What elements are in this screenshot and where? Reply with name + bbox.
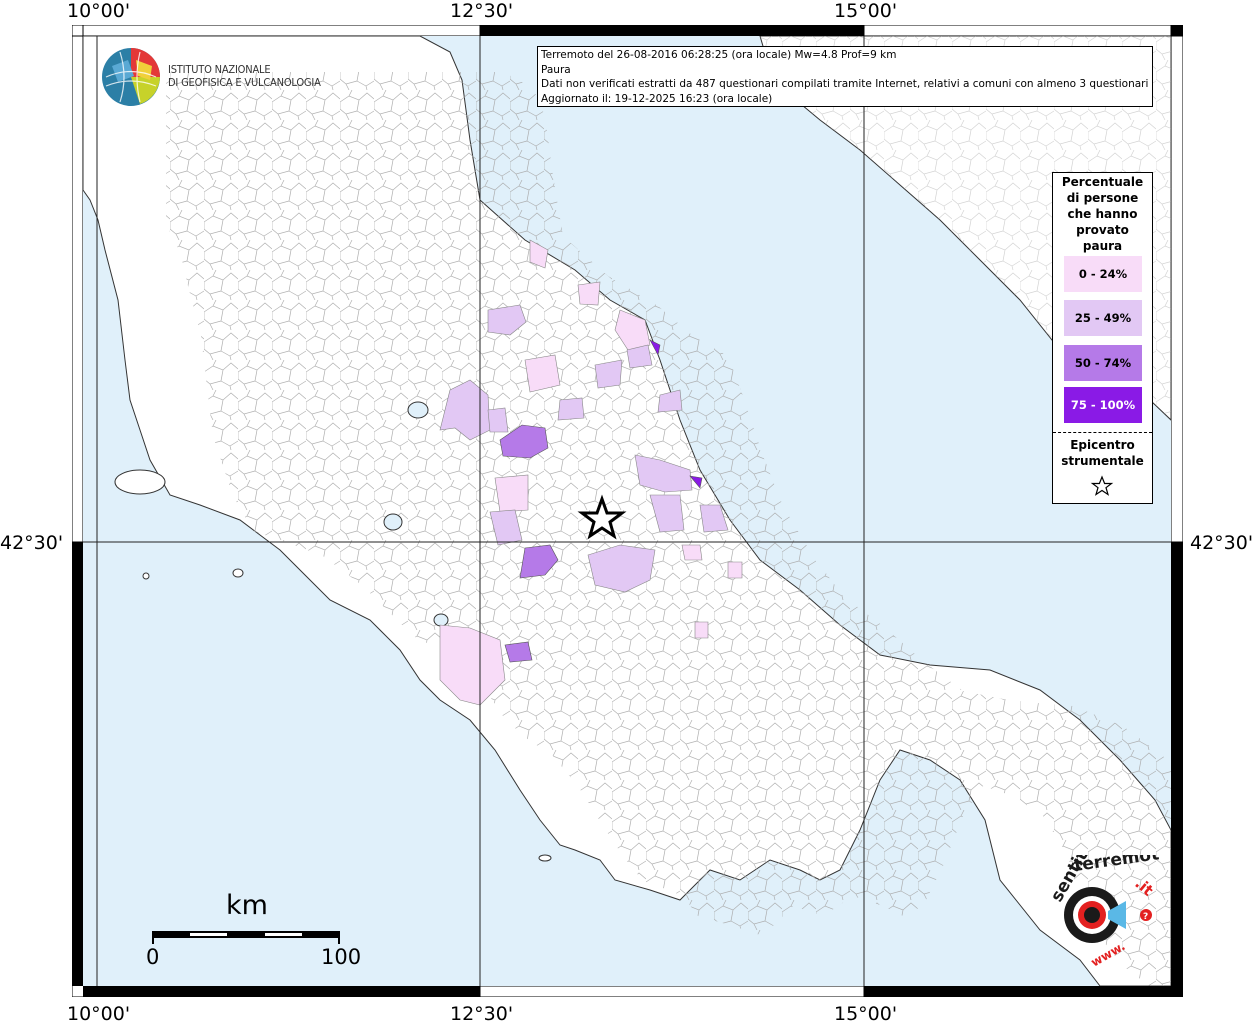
area-0-24 [494, 474, 529, 513]
haisentito-logo-icon[interactable]: sentito terremoto .it www. ? [1030, 855, 1160, 975]
area-25-49 [594, 359, 623, 389]
legend-title-line: provato [1076, 223, 1129, 237]
legend-title-line: Percentuale [1061, 175, 1144, 189]
lat-label-right: 42°30' [1190, 532, 1254, 554]
area-25-49 [487, 407, 509, 433]
legend-divider [1053, 432, 1152, 433]
svg-text:www.: www. [1089, 939, 1128, 970]
lake-bolsena [383, 513, 403, 531]
legend-class-25-49: 25 - 49% [1064, 300, 1142, 336]
map-canvas[interactable] [72, 25, 1183, 997]
data-note: Dati non verificati estratti da 487 ques… [541, 78, 1149, 91]
area-0-24 [524, 354, 561, 393]
lat-label-left: 42°30' [0, 532, 64, 554]
lake-trasimeno [407, 401, 429, 419]
lon-label-top-1: 10°00' [67, 0, 131, 22]
svg-text:.it: .it [1131, 874, 1156, 899]
lake-bracciano [433, 613, 449, 627]
island-giglio [232, 568, 244, 578]
area-0-24 [694, 621, 709, 639]
legend-title-line: che hanno [1067, 207, 1138, 221]
area-0-24 [681, 544, 703, 561]
lon-label-bottom-2: 12°30' [450, 1003, 514, 1025]
area-50-74 [504, 641, 533, 663]
lon-label-bottom-3: 15°00' [834, 1003, 898, 1025]
scale-start: 0 [146, 945, 160, 969]
legend-title-line: paura [1082, 239, 1123, 253]
legend-epicenter-line1: Epicentro [1070, 438, 1135, 452]
legend-epicenter-line2: strumentale [1061, 454, 1144, 468]
legend-class-50-74: 50 - 74% [1064, 345, 1142, 381]
legend-class-0-24: 0 - 24% [1064, 256, 1142, 292]
scale-bar-graphic [152, 931, 340, 944]
area-0-24 [727, 561, 743, 579]
parameter-label: Paura [541, 63, 571, 76]
area-25-49 [557, 397, 585, 421]
svg-text:?: ? [1143, 912, 1148, 922]
scale-bar [150, 892, 345, 906]
legend-title: Percentuale di persone che hanno provato… [1053, 173, 1152, 254]
legend-title-line: di persone [1066, 191, 1139, 205]
legend-class-75-100: 75 - 100% [1064, 387, 1142, 423]
legend-epicenter-label: Epicentro strumentale [1053, 437, 1152, 469]
ingv-logo-text: ISTITUTO NAZIONALE DI GEOFISICA E VULCAN… [168, 63, 321, 89]
update-time: Aggiornato il: 19-12-2025 16:23 (ora loc… [541, 92, 773, 105]
event-info-box: Terremoto del 26-08-2016 06:28:25 (ora l… [537, 46, 1153, 107]
legend: Percentuale di persone che hanno provato… [1052, 172, 1153, 504]
lon-label-top-3: 15°00' [834, 0, 898, 22]
scale-end: 100 [321, 945, 362, 969]
ingv-logo-icon [102, 48, 160, 106]
lon-label-bottom-1: 10°00' [67, 1003, 131, 1025]
star-icon [1090, 475, 1114, 496]
area-0-24 [577, 281, 601, 306]
svg-text:terremoto: terremoto [1073, 855, 1160, 876]
island-elba [114, 469, 166, 495]
event-title: Terremoto del 26-08-2016 06:28:25 (ora l… [541, 49, 897, 61]
island-ponza [538, 854, 552, 862]
lon-label-top-2: 12°30' [450, 0, 514, 22]
logo-line2: DI GEOFISICA E VULCANOLOGIA [168, 76, 321, 89]
island-montecristo [142, 572, 150, 580]
logo-line1: ISTITUTO NAZIONALE [168, 63, 271, 76]
